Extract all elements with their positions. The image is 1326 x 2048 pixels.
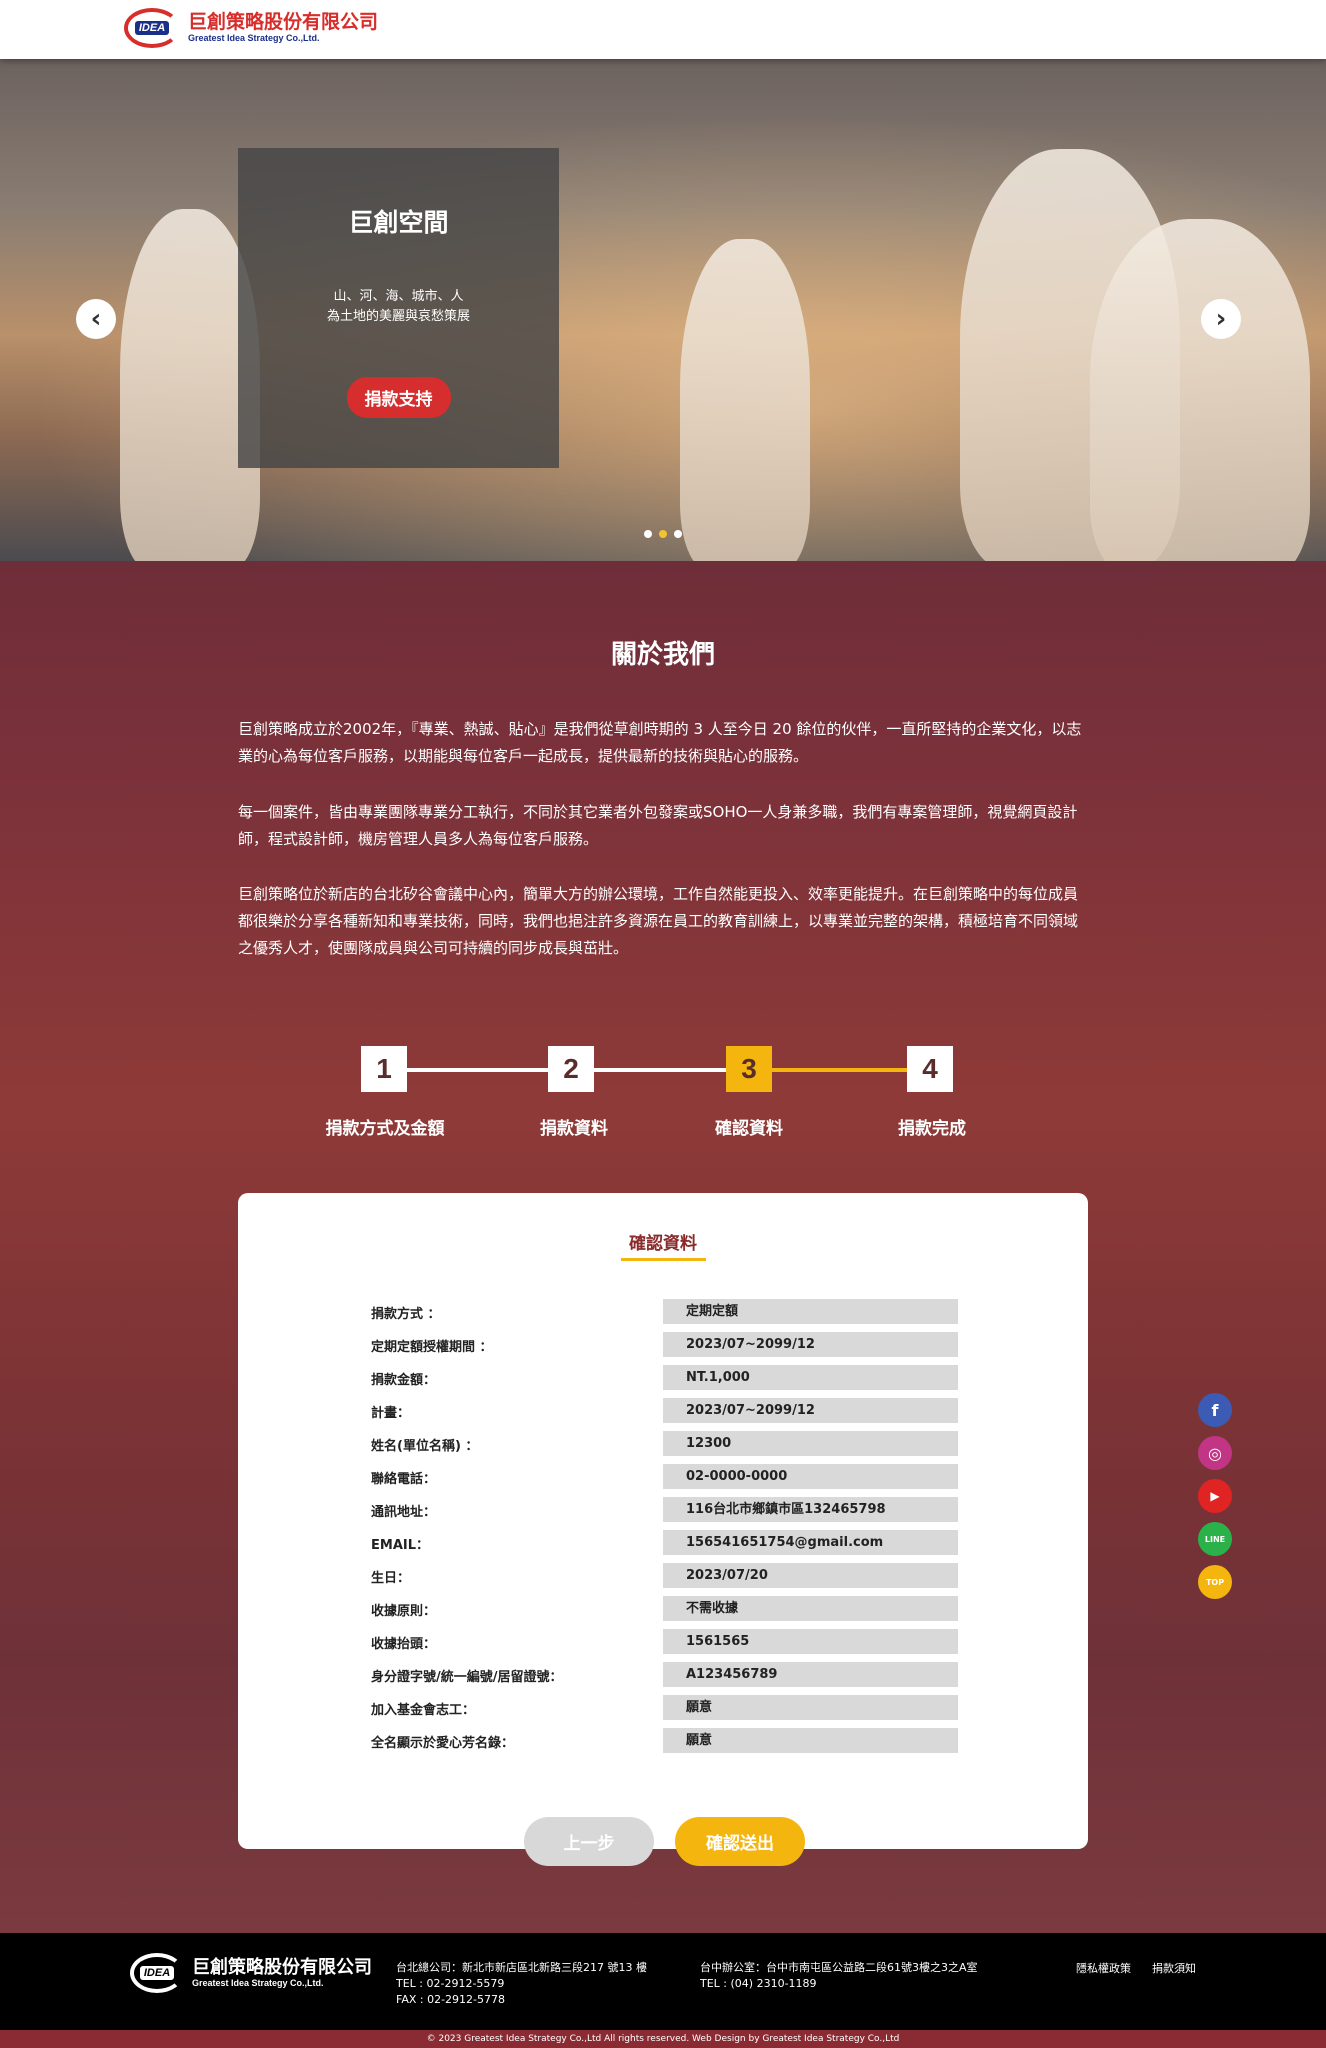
taipei-fax: FAX : 02-2912-5778 (396, 1993, 506, 2006)
step-2-box: 2 (548, 1046, 594, 1092)
confirm-row-label: 全名顯示於愛心芳名錄： (371, 1736, 515, 1751)
youtube-icon[interactable]: ▶ (1198, 1479, 1232, 1513)
hero-image-dancer (1090, 219, 1310, 561)
about-paragraph-2: 每一個案件，皆由專業團隊專業分工執行，不同於其它業者外包發案或SOHO一人身兼多… (238, 803, 1078, 848)
privacy-policy-link[interactable]: 隱私權政策 (1076, 1960, 1131, 1976)
confirm-row-label: 聯絡電話： (371, 1472, 437, 1487)
site-header: IDEA 巨創策略股份有限公司 Greatest Idea Strategy C… (0, 0, 1326, 59)
confirm-row-label: 收據原則： (371, 1604, 437, 1619)
carousel-dot[interactable] (644, 530, 652, 538)
step-4-label: 捐款完成 (898, 1119, 966, 1139)
carousel-dots (644, 530, 682, 538)
confirm-row-value: 2023/07~2099/12 (663, 1332, 958, 1357)
confirm-row-value: A123456789 (663, 1662, 958, 1687)
confirm-row-value: 2023/07~2099/12 (663, 1398, 958, 1423)
step-1-box: 1 (361, 1046, 407, 1092)
prev-step-button[interactable]: 上一步 (524, 1817, 654, 1866)
line-icon[interactable]: LINE (1198, 1522, 1232, 1556)
confirm-row-value: 2023/07/20 (663, 1563, 958, 1588)
confirm-row-label: 捐款金額： (371, 1373, 437, 1388)
carousel-next-icon[interactable]: › (1201, 299, 1241, 339)
hero-subtitle-line1: 山、河、海、城市、人 (333, 289, 464, 304)
logo-emblem: IDEA (124, 8, 180, 48)
logo-chinese-name: 巨創策略股份有限公司 (188, 11, 379, 33)
footer-logo-english-name: Greatest Idea Strategy Co.,Ltd. (192, 1977, 324, 1988)
about-title: 關於我們 (610, 640, 715, 670)
taipei-tel: TEL : 02-2912-5579 (396, 1977, 505, 1990)
confirm-row-label: 定期定額授權期間 ： (371, 1340, 493, 1355)
carousel-dot[interactable] (674, 530, 682, 538)
footer-taichung-office: 台中辦公室：台中市南屯區公益路二段61號3樓之3之A室 TEL : (04) 2… (700, 1960, 978, 1992)
footer-logo-emblem: IDEA (130, 1953, 184, 1993)
company-logo[interactable]: IDEA 巨創策略股份有限公司 Greatest Idea Strategy C… (124, 8, 378, 48)
step-2-label: 捐款資料 (540, 1119, 608, 1139)
confirm-row-value: 12300 (663, 1431, 958, 1456)
step-3-label: 確認資料 (715, 1119, 783, 1139)
confirm-row-label: EMAIL： (371, 1538, 429, 1553)
confirm-row-value: 願意 (663, 1728, 958, 1753)
carousel-prev-icon[interactable]: ‹ (76, 299, 116, 339)
confirm-row-label: 收據抬頭： (371, 1637, 437, 1652)
about-paragraph-1: 巨創策略成立於2002年，『專業、熱誠、貼心』是我們從草創時期的 3 人至今日 … (238, 720, 1082, 765)
confirm-row-value: 不需收據 (663, 1596, 958, 1621)
logo-english-name: Greatest Idea Strategy Co.,Ltd. (188, 33, 320, 43)
confirm-row-value: 02-0000-0000 (663, 1464, 958, 1489)
confirm-row-label: 通訊地址： (371, 1505, 437, 1520)
taipei-address: 台北總公司：新北市新店區北新路三段217 號13 樓 (396, 1961, 647, 1974)
footer-logo[interactable]: IDEA 巨創策略股份有限公司 Greatest Idea Strategy C… (130, 1953, 372, 1993)
carousel-dot-active[interactable] (659, 530, 667, 538)
confirm-row-label: 生日： (371, 1571, 411, 1586)
footer-logo-badge-text: IDEA (139, 1966, 175, 1980)
nav-donate[interactable]: 捐款支持 (0, 4, 64, 23)
panel-title: 確認資料 (629, 1234, 697, 1254)
site-footer: IDEA 巨創策略股份有限公司 Greatest Idea Strategy C… (0, 1933, 1326, 2030)
confirm-row-label: 身分證字號/統一編號/居留證號： (371, 1670, 563, 1685)
step-3-box-active: 3 (726, 1046, 772, 1092)
hero-carousel: 巨創空間 山、河、海、城市、人 為土地的美麗與哀愁策展 捐款支持 ‹ › (0, 59, 1326, 561)
confirm-row-label: 捐款方式 ： (371, 1307, 441, 1322)
confirm-row-label: 姓名(單位名稱) ： (371, 1439, 479, 1454)
logo-badge-text: IDEA (134, 21, 170, 35)
confirm-row-value: 1561565 (663, 1629, 958, 1654)
top-icon[interactable]: TOP (1198, 1565, 1232, 1599)
hero-donate-button[interactable]: 捐款支持 (346, 377, 451, 418)
step-1-label: 捐款方式及金額 (325, 1119, 445, 1139)
confirm-row-value: NT.1,000 (663, 1365, 958, 1390)
taichung-tel: TEL : (04) 2310-1189 (700, 1977, 817, 1990)
confirm-row-value: 願意 (663, 1695, 958, 1720)
about-paragraph-3: 巨創策略位於新店的台北矽谷會議中心內，簡單大方的辦公環境，工作自然能更投入、效率… (238, 885, 1079, 957)
confirm-row-label: 計畫： (371, 1406, 411, 1421)
hero-caption-card: 巨創空間 山、河、海、城市、人 為土地的美麗與哀愁策展 捐款支持 (238, 148, 559, 468)
hero-title: 巨創空間 (348, 208, 449, 237)
confirm-row-value: 116台北市鄉鎮市區132465798 (663, 1497, 958, 1522)
footer-taipei-office: 台北總公司：新北市新店區北新路三段217 號13 樓 TEL : 02-2912… (396, 1960, 647, 2008)
donation-notice-link[interactable]: 捐款須知 (1152, 1960, 1196, 1976)
confirm-row-label: 加入基金會志工： (371, 1703, 476, 1718)
footer-logo-chinese-name: 巨創策略股份有限公司 (192, 1956, 372, 1978)
nav-donor-list[interactable]: 芳名錄 (69, 4, 117, 23)
hero-image-dancer (680, 239, 810, 561)
copyright-bar: © 2023 Greatest Idea Strategy Co.,Ltd Al… (0, 2030, 1326, 2048)
confirm-row-value: 定期定額 (663, 1299, 958, 1324)
panel-title-underline (621, 1258, 706, 1261)
facebook-icon[interactable]: f (1198, 1393, 1232, 1427)
step-4-box: 4 (907, 1046, 953, 1092)
taichung-address: 台中辦公室：台中市南屯區公益路二段61號3樓之3之A室 (700, 1961, 978, 1974)
confirm-row-value: 156541651754@gmail.com (663, 1530, 958, 1555)
hero-subtitle-line2: 為土地的美麗與哀愁策展 (326, 309, 470, 324)
confirm-submit-button[interactable]: 確認送出 (675, 1817, 805, 1866)
confirm-panel: 確認資料 捐款方式 ： 定期定額定期定額授權期間 ： 2023/07~2099/12… (238, 1193, 1088, 1849)
instagram-icon[interactable]: ◎ (1198, 1436, 1232, 1470)
